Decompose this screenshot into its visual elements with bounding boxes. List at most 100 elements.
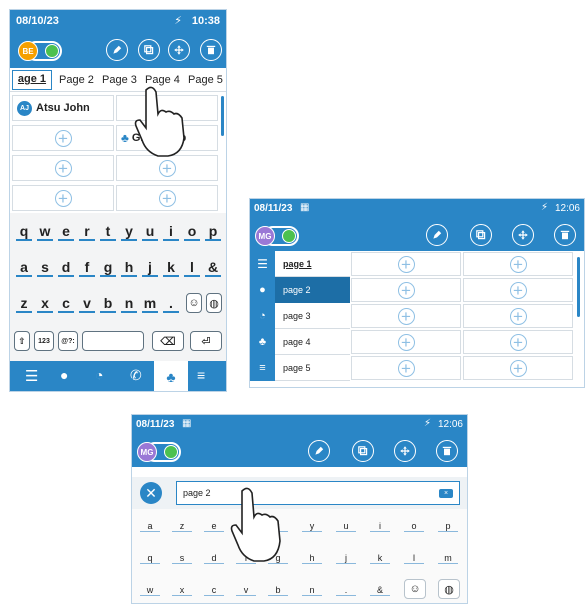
key[interactable]: n xyxy=(121,295,137,313)
key[interactable]: a xyxy=(140,521,160,532)
key[interactable]: j xyxy=(336,553,356,564)
key[interactable]: . xyxy=(336,585,356,596)
phone-icon[interactable]: ✆ xyxy=(130,367,142,384)
key[interactable]: f xyxy=(79,259,95,277)
key[interactable]: o xyxy=(184,223,200,241)
sidebar-item-page-4[interactable]: ♣ page 4 xyxy=(250,328,350,355)
empty-cell[interactable]: + xyxy=(116,185,218,211)
empty-cell[interactable]: + xyxy=(351,304,461,328)
clear-icon[interactable]: × xyxy=(439,489,453,498)
key[interactable]: z xyxy=(172,521,192,532)
empty-cell[interactable]: + xyxy=(463,252,573,276)
pencil-icon[interactable] xyxy=(106,39,128,61)
key[interactable]: x xyxy=(37,295,53,313)
emoji-key[interactable]: ☺ xyxy=(186,293,202,313)
list-icon[interactable]: ☰ xyxy=(25,367,38,385)
key[interactable]: r xyxy=(79,223,95,241)
avatar[interactable]: MG xyxy=(137,442,157,462)
sidebar-item-page-5[interactable]: ≡ page 5 xyxy=(250,354,350,381)
key[interactable]: d xyxy=(58,259,74,277)
sidebar-item-page-3[interactable]: ◔ page 3 xyxy=(250,302,350,329)
empty-cell[interactable]: + xyxy=(351,278,461,302)
key[interactable]: b xyxy=(100,295,116,313)
key[interactable]: p xyxy=(205,223,221,241)
key[interactable]: i xyxy=(163,223,179,241)
key[interactable]: u xyxy=(336,521,356,532)
key[interactable]: e xyxy=(204,521,224,532)
key[interactable]: a xyxy=(16,259,32,277)
copy-icon[interactable] xyxy=(138,39,160,61)
copy-icon[interactable] xyxy=(352,440,374,462)
sidebar-item-page-2[interactable]: ● page 2 xyxy=(250,276,350,303)
key[interactable]: d xyxy=(204,553,224,564)
empty-cell[interactable]: + xyxy=(12,125,114,151)
key[interactable]: . xyxy=(163,295,179,313)
key[interactable]: o xyxy=(404,521,424,532)
key[interactable]: i xyxy=(370,521,390,532)
key[interactable]: j xyxy=(142,259,158,277)
key[interactable]: s xyxy=(172,553,192,564)
empty-cell[interactable]: + xyxy=(351,356,461,380)
key[interactable]: z xyxy=(16,295,32,313)
globe-key[interactable]: ◍ xyxy=(206,293,222,313)
trash-icon[interactable] xyxy=(436,440,458,462)
shift-key[interactable]: ⇧ xyxy=(14,331,30,351)
key[interactable]: v xyxy=(79,295,95,313)
copy-icon[interactable] xyxy=(470,224,492,246)
empty-cell[interactable]: + xyxy=(463,330,573,354)
key[interactable]: e xyxy=(58,223,74,241)
key[interactable]: k xyxy=(370,553,390,564)
key[interactable]: q xyxy=(140,553,160,564)
contact-cell[interactable]: AJ Atsu John xyxy=(12,95,114,121)
symbols-key[interactable]: @?: xyxy=(58,331,78,351)
pencil-icon[interactable] xyxy=(308,440,330,462)
pencil-icon[interactable] xyxy=(426,224,448,246)
key[interactable]: w xyxy=(140,585,160,596)
key[interactable]: m xyxy=(438,553,458,564)
avatar[interactable]: MG xyxy=(255,226,275,246)
scrollbar[interactable] xyxy=(577,257,580,317)
key[interactable]: w xyxy=(37,223,53,241)
empty-cell[interactable]: + xyxy=(12,185,114,211)
key[interactable]: q xyxy=(16,223,32,241)
backspace-key[interactable]: ⌫ xyxy=(152,331,184,351)
key[interactable]: b xyxy=(268,585,288,596)
key[interactable]: & xyxy=(370,585,390,596)
key[interactable]: c xyxy=(204,585,224,596)
empty-cell[interactable]: + xyxy=(351,252,461,276)
key[interactable]: y xyxy=(302,521,322,532)
person-icon[interactable]: ● xyxy=(60,367,68,383)
key[interactable]: m xyxy=(142,295,158,313)
key[interactable]: k xyxy=(163,259,179,277)
empty-cell[interactable]: + xyxy=(463,278,573,302)
key[interactable]: & xyxy=(205,259,221,277)
empty-cell[interactable]: + xyxy=(12,155,114,181)
key[interactable]: v xyxy=(236,585,256,596)
move-icon[interactable] xyxy=(168,39,190,61)
sidebar-item-page-1[interactable]: ☰ page 1 xyxy=(250,250,350,277)
space-key[interactable] xyxy=(82,331,144,351)
key[interactable]: x xyxy=(172,585,192,596)
empty-cell[interactable]: + xyxy=(463,356,573,380)
key[interactable]: h xyxy=(121,259,137,277)
key[interactable]: u xyxy=(142,223,158,241)
close-icon[interactable]: ✕ xyxy=(140,482,162,504)
clock-icon[interactable]: ◔ xyxy=(95,367,103,383)
tab-page-2[interactable]: Page 2 xyxy=(59,74,94,86)
key[interactable]: p xyxy=(438,521,458,532)
emoji-key[interactable]: ☺ xyxy=(404,579,426,599)
empty-cell[interactable]: + xyxy=(463,304,573,328)
trash-icon[interactable] xyxy=(200,39,222,61)
key[interactable]: l xyxy=(184,259,200,277)
key[interactable]: c xyxy=(58,295,74,313)
avatar[interactable]: BE xyxy=(18,41,38,61)
key[interactable]: t xyxy=(100,223,116,241)
key[interactable]: l xyxy=(404,553,424,564)
key[interactable]: s xyxy=(37,259,53,277)
key[interactable]: g xyxy=(100,259,116,277)
tab-page-1[interactable]: age 1 xyxy=(12,70,52,90)
key[interactable]: y xyxy=(121,223,137,241)
key[interactable]: h xyxy=(302,553,322,564)
contacts-icon[interactable]: ♣ xyxy=(154,361,188,391)
trash-icon[interactable] xyxy=(554,224,576,246)
